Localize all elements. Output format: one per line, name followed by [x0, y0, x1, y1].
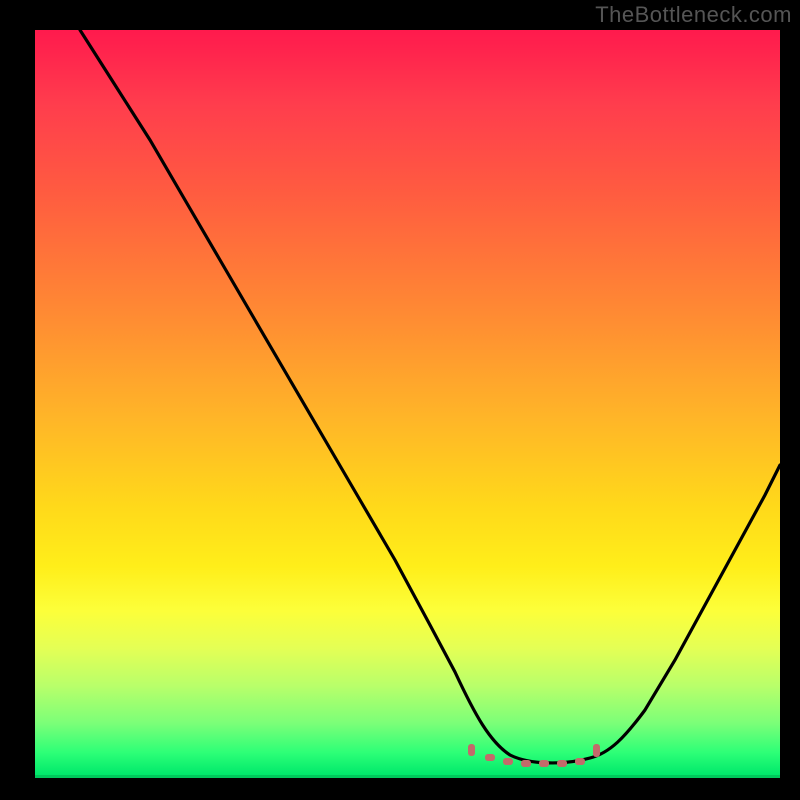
chart-frame: TheBottleneck.com — [0, 0, 800, 800]
optimal-range-dots — [468, 744, 600, 767]
watermark-text: TheBottleneck.com — [595, 2, 792, 28]
bottleneck-curve-svg — [35, 30, 780, 775]
plot-area — [35, 30, 780, 775]
plot-baseline — [35, 775, 780, 778]
bottleneck-curve-path — [80, 30, 780, 763]
